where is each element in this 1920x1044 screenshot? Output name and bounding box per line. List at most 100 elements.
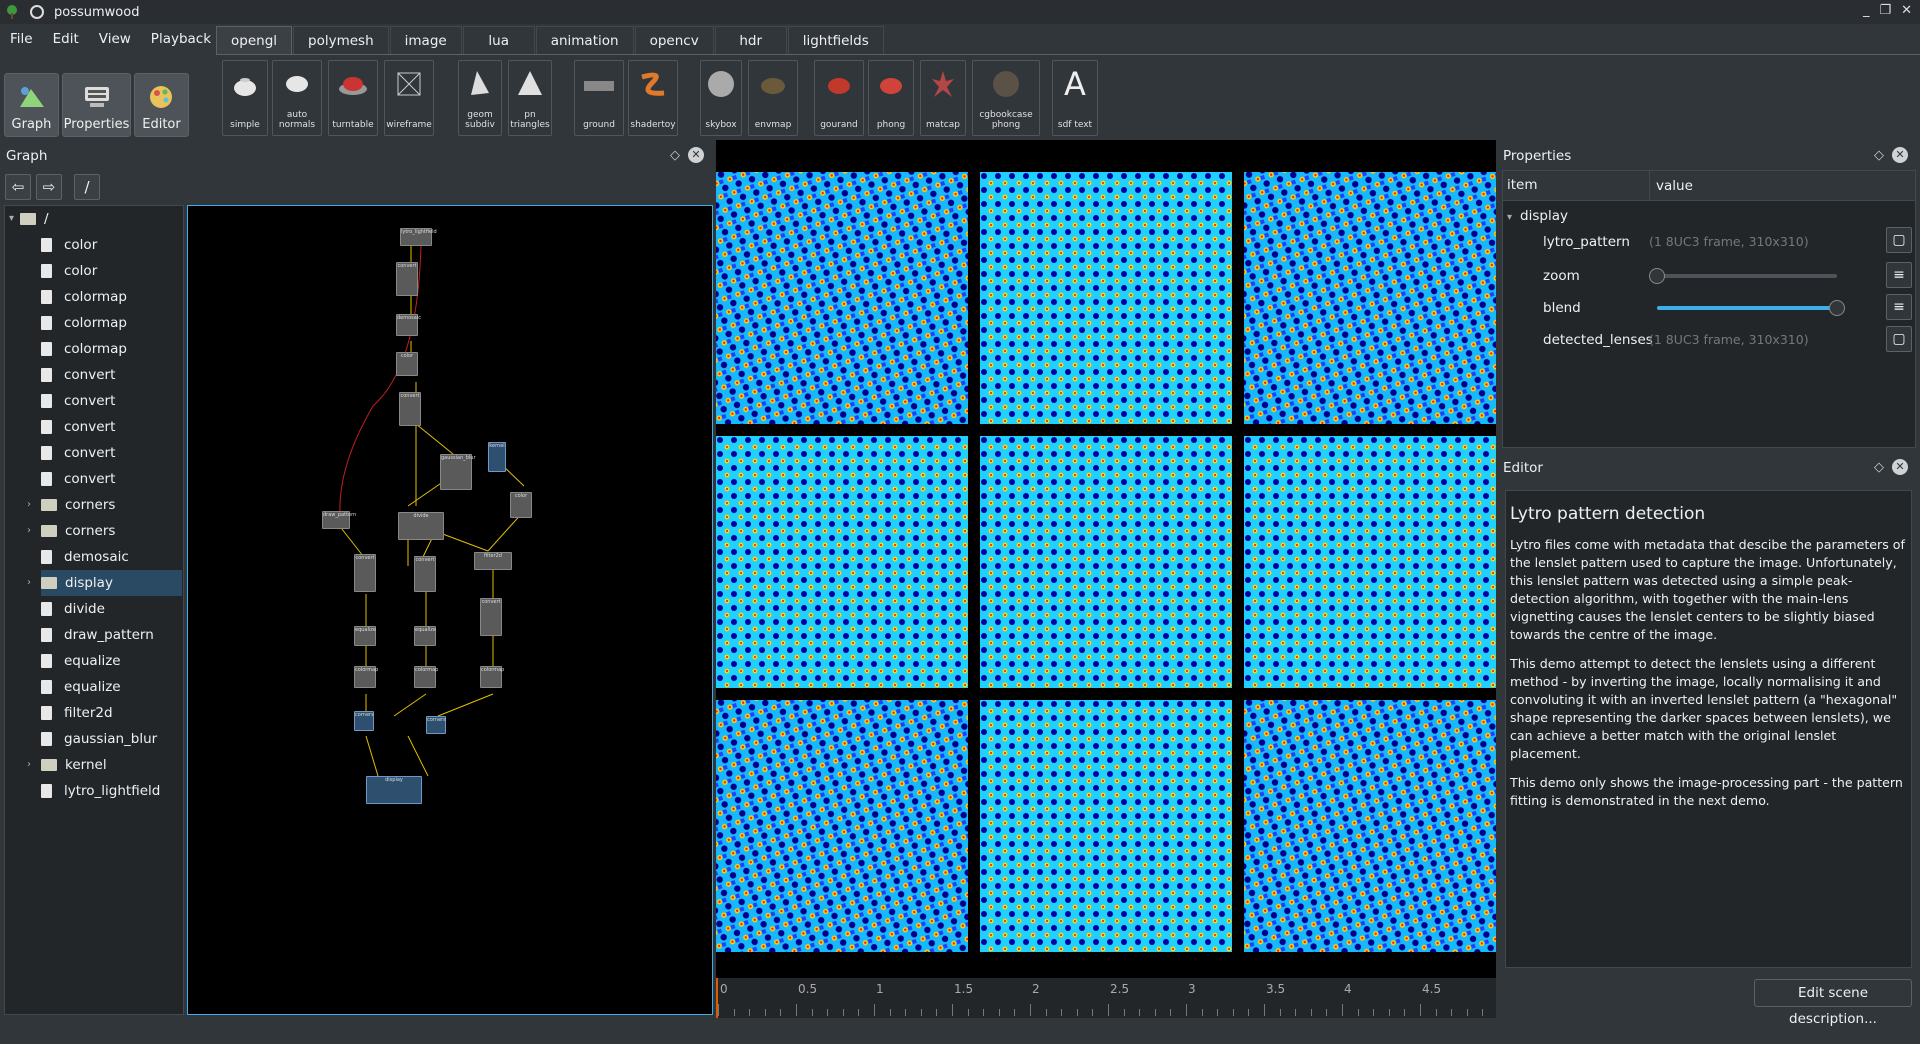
tab-hdr[interactable]: hdr: [714, 26, 787, 54]
graph-node[interactable]: draw_pattern: [322, 511, 356, 529]
tab-polymesh[interactable]: polymesh: [293, 26, 389, 54]
minimize-button[interactable]: _: [1863, 3, 1870, 18]
tree-item[interactable]: equalize: [41, 674, 121, 700]
graph-node[interactable]: corners: [426, 716, 446, 734]
chevron-right-icon[interactable]: ›: [27, 570, 31, 596]
property-group-display[interactable]: ▾ display: [1507, 203, 1568, 229]
tool-cgbookcase-phong[interactable]: cgbookcase phong: [972, 60, 1040, 136]
tree-item[interactable]: draw_pattern: [41, 622, 154, 648]
graph-node[interactable]: equalize: [414, 626, 436, 646]
pin-icon[interactable]: [30, 5, 44, 19]
graph-node[interactable]: color: [396, 352, 418, 376]
chevron-right-icon[interactable]: ›: [27, 518, 31, 544]
graph-node[interactable]: convert: [354, 554, 376, 592]
close-panel-icon[interactable]: ✕: [688, 147, 704, 163]
tool-matcap[interactable]: matcap: [920, 60, 966, 136]
menu-icon[interactable]: ≡: [1886, 262, 1912, 288]
tree-item[interactable]: lytro_lightfield: [41, 778, 160, 804]
close-panel-icon[interactable]: ✕: [1892, 459, 1908, 475]
menu-edit[interactable]: Edit: [43, 31, 89, 47]
tool-phong[interactable]: phong: [868, 60, 914, 136]
tool-sdf-text[interactable]: Asdf text: [1052, 60, 1098, 136]
menu-icon[interactable]: ≡: [1886, 294, 1912, 320]
tool-turntable[interactable]: turntable: [328, 60, 378, 136]
tab-lua[interactable]: lua: [462, 26, 535, 54]
tab-lightfields[interactable]: lightfields: [787, 26, 884, 54]
tree-item[interactable]: convert: [41, 414, 115, 440]
tree-item[interactable]: colormap: [41, 284, 127, 310]
tree-item[interactable]: color: [41, 232, 97, 258]
graph-node[interactable]: color: [510, 492, 532, 518]
tree-root[interactable]: ▾ /: [9, 206, 49, 232]
tree-item[interactable]: convert: [41, 466, 115, 492]
comment-icon[interactable]: ▢: [1886, 326, 1912, 352]
tool-wireframe[interactable]: wireframe: [384, 60, 434, 136]
tree-item[interactable]: › corners: [27, 518, 115, 544]
zoom-slider[interactable]: [1657, 274, 1837, 278]
graph-node[interactable]: equalize: [354, 626, 376, 646]
tree-item[interactable]: › display: [27, 570, 182, 596]
graph-node[interactable]: filter2d: [474, 552, 512, 570]
tab-animation[interactable]: animation: [535, 26, 634, 54]
float-icon[interactable]: ◇: [1874, 148, 1884, 163]
comment-icon[interactable]: ▢: [1886, 227, 1912, 253]
graph-node[interactable]: divide: [398, 512, 444, 540]
menu-file[interactable]: File: [0, 31, 43, 47]
tree-item[interactable]: filter2d: [41, 700, 113, 726]
tool-pn-triangles[interactable]: pn triangles: [508, 60, 552, 136]
chevron-right-icon[interactable]: ›: [27, 752, 31, 778]
tool-ground[interactable]: ground: [574, 60, 624, 136]
float-icon[interactable]: ◇: [670, 148, 680, 163]
graph-node[interactable]: demosaic: [396, 314, 421, 336]
node-graph-canvas[interactable]: lytro_lightfield convert demosaic color …: [187, 205, 713, 1015]
tool-gourand[interactable]: gourand: [814, 60, 864, 136]
tree-item[interactable]: convert: [41, 440, 115, 466]
tool-skybox[interactable]: skybox: [700, 60, 742, 136]
graph-node[interactable]: colormap: [480, 666, 504, 688]
tree-item[interactable]: equalize: [41, 648, 121, 674]
tool-auto-normals[interactable]: auto normals: [272, 60, 322, 136]
chevron-right-icon[interactable]: ›: [27, 492, 31, 518]
tab-image[interactable]: image: [389, 26, 462, 54]
maximize-button[interactable]: ❐: [1879, 3, 1891, 18]
graph-node[interactable]: corners: [354, 711, 374, 731]
blend-slider-knob[interactable]: [1829, 300, 1845, 316]
tree-item[interactable]: › kernel: [27, 752, 107, 778]
forward-button[interactable]: ⇨: [36, 174, 62, 200]
graph-node[interactable]: gaussian_blur: [440, 454, 476, 490]
tree-item[interactable]: convert: [41, 388, 115, 414]
float-icon[interactable]: ◇: [1874, 460, 1884, 475]
properties-mode-button[interactable]: Properties: [62, 73, 131, 137]
graph-node[interactable]: display: [366, 776, 422, 804]
graph-node[interactable]: convert: [396, 262, 418, 296]
path-breadcrumb[interactable]: /: [74, 174, 100, 200]
close-panel-icon[interactable]: ✕: [1892, 147, 1908, 163]
tool-geom-subdiv[interactable]: geom subdiv: [458, 60, 502, 136]
tab-opengl[interactable]: opengl: [216, 26, 293, 54]
graph-node[interactable]: kernel: [488, 442, 506, 472]
zoom-slider-knob[interactable]: [1649, 268, 1665, 284]
tool-shadertoy[interactable]: shadertoy: [628, 60, 678, 136]
graph-mode-button[interactable]: Graph: [4, 73, 59, 137]
3d-viewport[interactable]: [716, 140, 1496, 978]
tree-item[interactable]: colormap: [41, 336, 127, 362]
graph-node[interactable]: colormap: [414, 666, 438, 688]
tree-item[interactable]: color: [41, 258, 97, 284]
tree-item[interactable]: divide: [41, 596, 105, 622]
graph-node[interactable]: convert: [414, 556, 436, 592]
edit-scene-description-button[interactable]: Edit scene description...: [1754, 979, 1912, 1027]
graph-node[interactable]: convert: [480, 598, 502, 636]
tree-item[interactable]: › corners: [27, 492, 115, 518]
tree-item[interactable]: gaussian_blur: [41, 726, 157, 752]
menu-view[interactable]: View: [89, 31, 141, 47]
editor-mode-button[interactable]: Editor: [134, 73, 189, 137]
tree-item[interactable]: demosaic: [41, 544, 129, 570]
tab-opencv[interactable]: opencv: [634, 26, 714, 54]
graph-node[interactable]: convert: [399, 392, 421, 426]
timeline[interactable]: 0 0.5 1 1.5 2 2.5 3 3.5 4 4.5: [716, 978, 1496, 1018]
tool-envmap[interactable]: envmap: [748, 60, 798, 136]
graph-node[interactable]: colormap: [354, 666, 378, 688]
back-button[interactable]: ⇦: [5, 174, 31, 200]
tool-simple[interactable]: simple: [222, 60, 268, 136]
graph-node[interactable]: lytro_lightfield: [400, 228, 437, 246]
